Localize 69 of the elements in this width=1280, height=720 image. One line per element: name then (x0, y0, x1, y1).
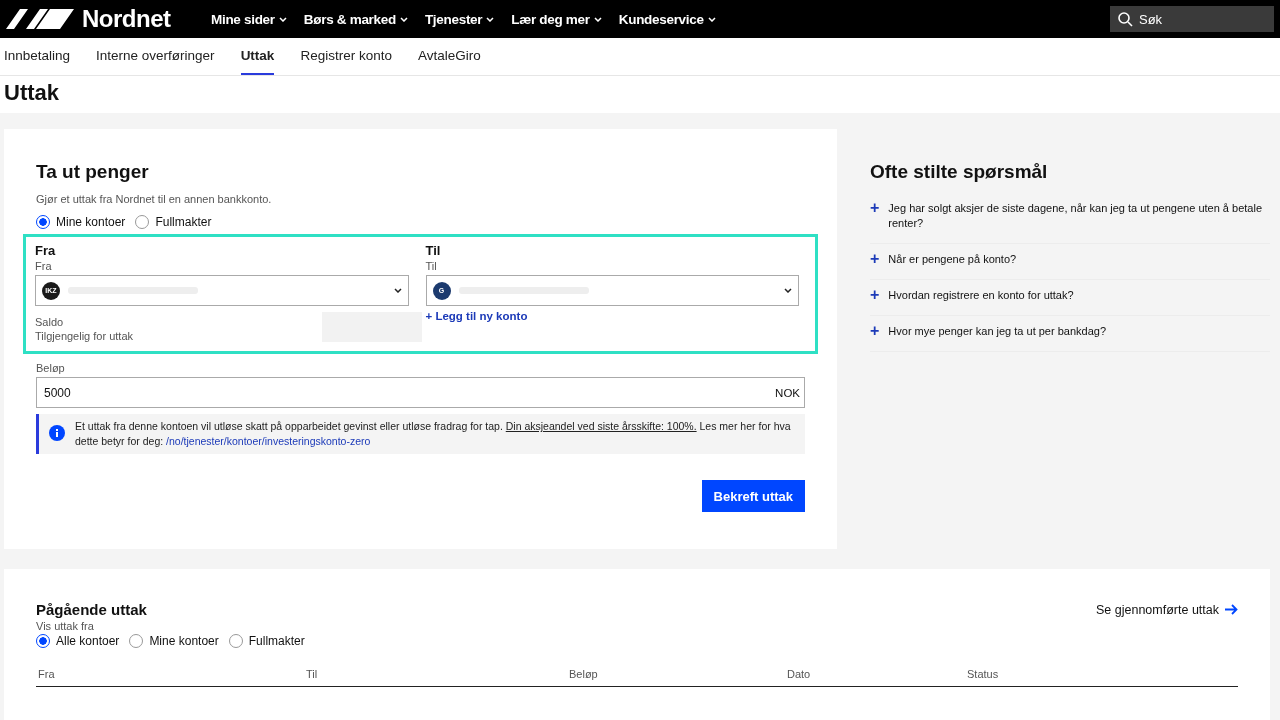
plus-icon: + (870, 324, 880, 339)
radio-option[interactable]: Mine kontoer (36, 215, 126, 229)
nav-menu-item[interactable]: Lær deg mer (511, 11, 602, 27)
radio-label: Mine kontoer (149, 634, 219, 648)
add-account-link[interactable]: + Legg til ny konto (425, 310, 799, 322)
available-label: Tilgjengelig for uttak (35, 330, 134, 342)
column-header: Beløp (569, 668, 599, 680)
field-label: Beløp (36, 362, 66, 374)
filter-label: Vis uttak fra (36, 620, 95, 632)
section-title: Pågående uttak (36, 601, 147, 618)
column-header: Fra (38, 668, 56, 680)
currency-label: NOK (775, 386, 800, 399)
column-header: Dato (787, 668, 812, 680)
radio-option[interactable]: Fullmakter (135, 215, 212, 229)
amount-field[interactable]: 5000 NOK (36, 377, 805, 408)
logo-text: Nordnet (82, 5, 171, 33)
field-label: Til (425, 260, 438, 272)
chevron-icon (784, 288, 792, 293)
tab[interactable]: Interne overføringer (96, 38, 215, 75)
logo-icon (6, 9, 74, 29)
search-field[interactable]: Søk (1110, 6, 1274, 32)
field-label: Fra (35, 260, 53, 272)
nav-menu-item[interactable]: Børs & marked (303, 11, 408, 27)
chevron-icon (486, 16, 495, 22)
info-text: Et uttak fra denne kontoen vil utløse skatt på opparbeidet gevinst eller utløse fradrag for tap. Din aksjeandel ved siste årsskifte: 100%. Les mer her for hva dette betyr for deg: /no/tjenester/kontoer/investeringskonto-zero (75, 419, 792, 449)
chevron-icon (393, 288, 402, 293)
chevron-icon (593, 16, 602, 22)
nav-menu-item[interactable]: Kundeservice (618, 11, 716, 27)
faq-question: Jeg har solgt aksjer de siste dagene, når kan jeg ta ut pengene uten å betale renter? (888, 201, 1263, 231)
completed-link[interactable]: Se gjennomførte uttak (1096, 602, 1238, 617)
confirm-button[interactable]: Bekreft uttak (701, 480, 805, 512)
radio-label: Alle kontoer (56, 634, 120, 648)
radio-label: Fullmakter (248, 634, 305, 648)
plus-icon: + (870, 201, 880, 231)
radio-option[interactable]: Alle kontoer (36, 634, 120, 648)
faq-title: Ofte stilte spørsmål (870, 161, 1049, 183)
arrow-icon (1225, 604, 1238, 615)
faq-question: Når er pengene på konto? (888, 252, 1017, 267)
faq-item[interactable]: + Jeg har solgt aksjer de siste dagene, når kan jeg ta ut pengene uten å betale renter? (870, 201, 1270, 244)
faq-question: Hvordan registrere en konto for uttak? (888, 288, 1074, 303)
tab[interactable]: AvtaleGiro (417, 38, 481, 75)
radio-label: Mine kontoer (56, 215, 126, 229)
plus-icon: + (870, 252, 880, 267)
balance-label: Saldo (35, 316, 65, 328)
faq-question: Hvor mye penger kan jeg ta ut per bankdag? (888, 324, 1107, 339)
radio-option[interactable]: Mine kontoer (129, 634, 219, 648)
chevron-icon (399, 16, 408, 22)
column-header: Til (306, 668, 319, 680)
tab[interactable]: Registrer konto (300, 38, 392, 75)
nav-menu-item[interactable]: Mine sider (211, 11, 287, 27)
search-icon (1118, 11, 1133, 27)
field-heading: Fra (35, 243, 57, 258)
radio-option[interactable]: Fullmakter (228, 634, 305, 648)
card-title: Ta ut penger (36, 161, 150, 183)
column-header: Status (967, 668, 1000, 680)
plus-icon: + (870, 288, 880, 303)
nav-menu-item[interactable]: Tjenester (424, 11, 495, 27)
info-link[interactable]: /no/tjenester/kontoer/investeringskonto-zero (166, 435, 371, 447)
info-icon (49, 425, 65, 441)
faq-item[interactable]: + Når er pengene på konto? (870, 252, 1270, 280)
page-title: Uttak (3, 79, 60, 106)
radio-label: Fullmakter (155, 215, 212, 229)
chevron-icon (707, 16, 716, 22)
card-subtitle: Gjør et uttak fra Nordnet til en annen bankkonto. (36, 193, 273, 205)
field-heading: Til (425, 243, 442, 258)
tab[interactable]: Innbetaling (4, 38, 71, 75)
chevron-icon (278, 16, 287, 22)
faq-item[interactable]: + Hvor mye penger kan jeg ta ut per bankdag? (870, 324, 1270, 352)
faq-item[interactable]: + Hvordan registrere en konto for uttak? (870, 288, 1270, 316)
